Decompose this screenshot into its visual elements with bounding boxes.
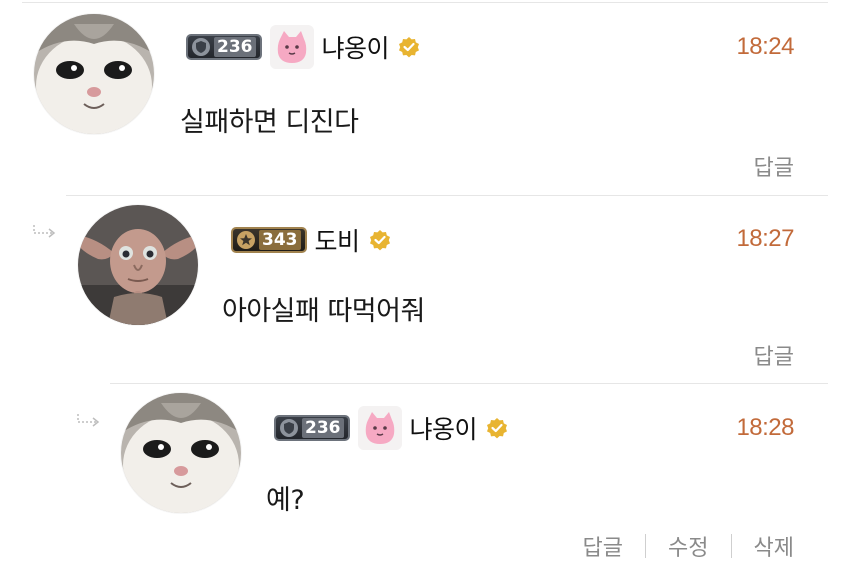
reply-arrow-icon (33, 225, 56, 238)
avatar[interactable] (78, 205, 198, 325)
comment-header: 343 도비 (231, 220, 392, 260)
comment-time: 18:24 (736, 33, 794, 60)
nickname[interactable]: 도비 (315, 222, 361, 258)
reply-button[interactable]: 답글 (754, 150, 794, 182)
delete-button[interactable]: 삭제 (754, 530, 794, 562)
comment-text: 예? (266, 485, 305, 516)
verified-badge-icon (399, 37, 420, 58)
comment-actions: 답글 (754, 339, 794, 371)
action-separator (730, 534, 732, 558)
comment-text: 실패하면 디진다 (180, 107, 359, 138)
avatar[interactable] (121, 393, 241, 513)
dobby-avatar-image (78, 205, 198, 325)
comment-divider (66, 195, 828, 196)
level-number: 343 (259, 230, 301, 250)
verified-badge-icon (487, 418, 508, 439)
reply-arrow-icon (77, 414, 100, 427)
reply-button[interactable]: 답글 (583, 530, 623, 562)
cat-avatar-image (121, 393, 241, 513)
reply-button[interactable]: 답글 (754, 339, 794, 371)
comment-divider (110, 383, 828, 384)
nickname[interactable]: 냐옹이 (410, 410, 478, 446)
edit-button[interactable]: 수정 (668, 530, 708, 562)
level-number: 236 (302, 418, 344, 438)
action-separator (645, 534, 647, 558)
shield-level-icon (280, 419, 298, 437)
comment-actions: 답글 (754, 150, 794, 182)
comment-actions: 답글 수정 삭제 (583, 530, 794, 562)
comment-text: 아아실패 따먹어줘 (222, 296, 425, 327)
comment-header: 236 냐옹이 (186, 25, 421, 69)
nickname[interactable]: 냐옹이 (322, 29, 390, 65)
level-badge: 343 (231, 227, 307, 253)
shield-level-icon (192, 38, 210, 56)
avatar[interactable] (34, 14, 154, 134)
pink-cat-sticker-icon (357, 406, 402, 450)
level-badge: 236 (186, 34, 262, 60)
comment-time: 18:28 (736, 414, 794, 441)
pink-cat-sticker-icon (269, 25, 314, 69)
star-level-icon (237, 231, 255, 249)
comment-time: 18:27 (736, 225, 794, 252)
level-number: 236 (214, 37, 256, 57)
level-badge: 236 (274, 415, 350, 441)
verified-badge-icon (369, 230, 390, 251)
cat-avatar-image (34, 14, 154, 134)
top-divider (22, 2, 828, 3)
comment-header: 236 냐옹이 (274, 406, 509, 450)
